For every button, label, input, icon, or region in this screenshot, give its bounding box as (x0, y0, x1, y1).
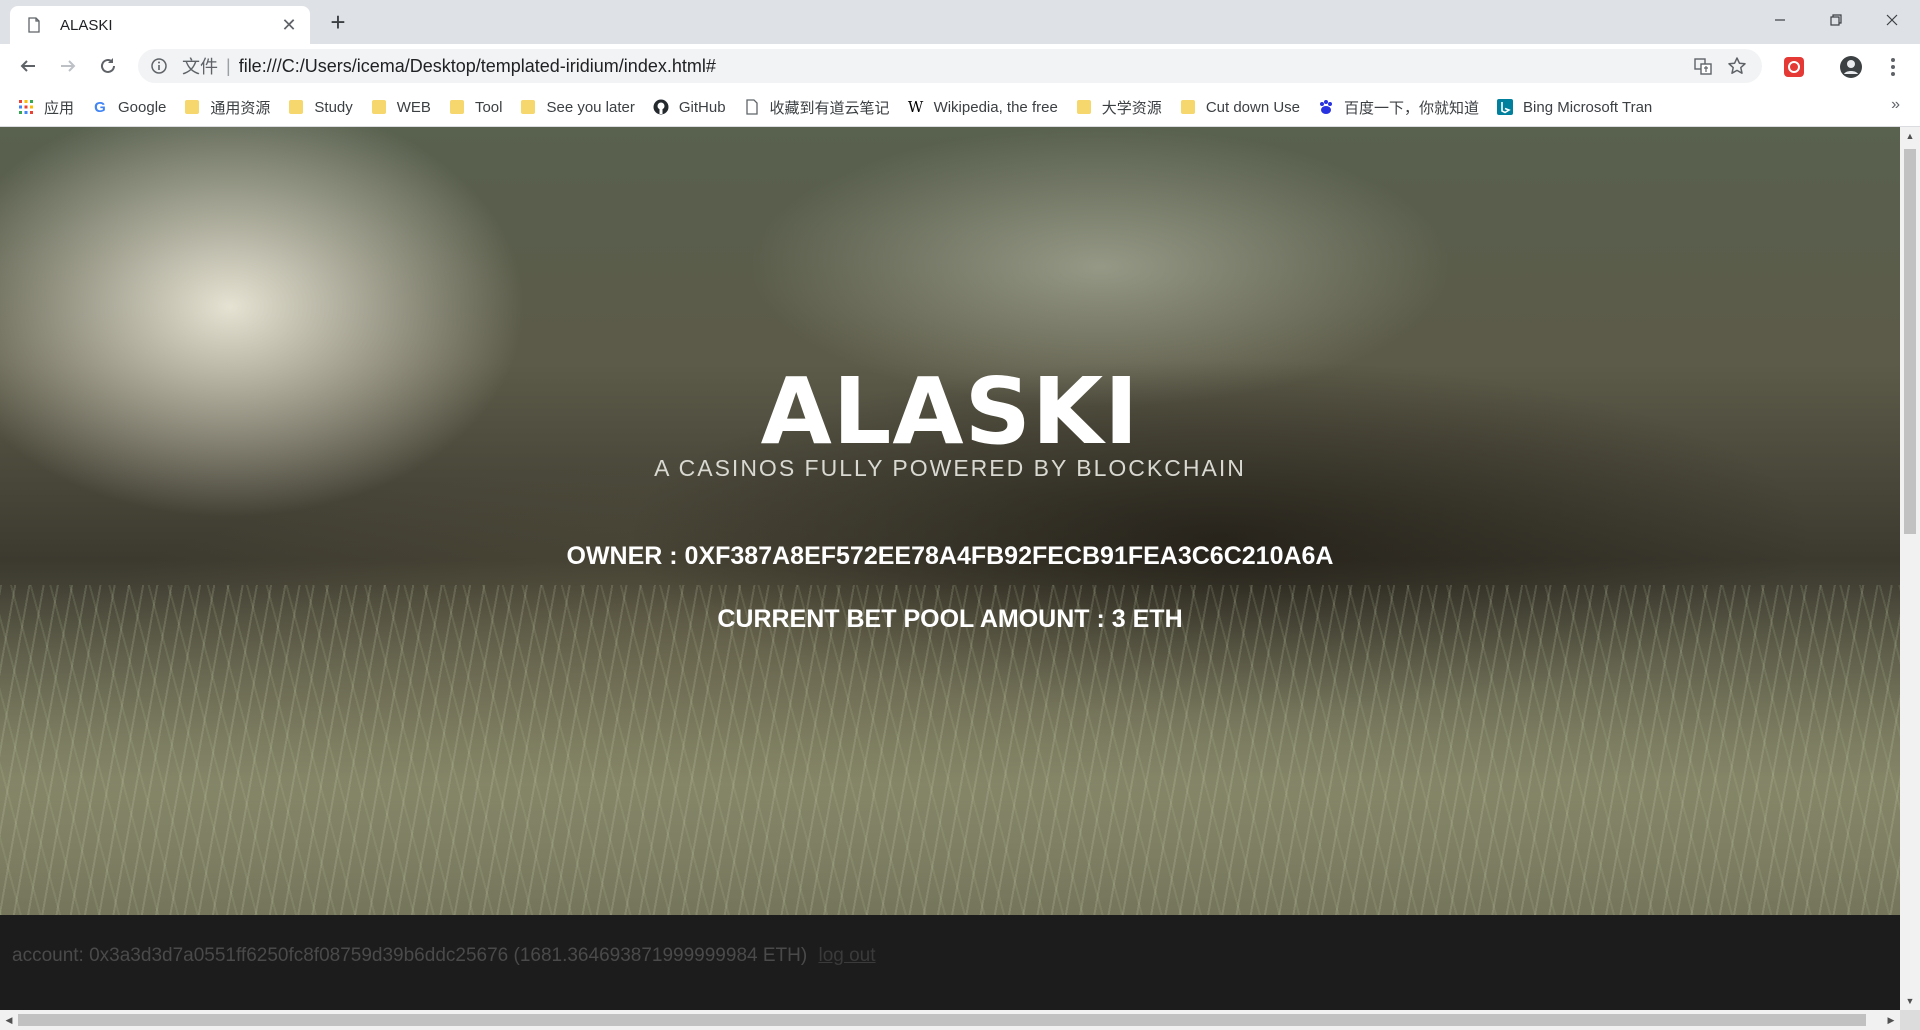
bookmark-label: Cut down Use (1205, 98, 1301, 116)
owner-address: OWNER : 0XF387A8EF572EE78A4FB92FECB91FEA… (566, 542, 1334, 570)
wikipedia-icon: W (907, 98, 924, 116)
site-title: ALASKI (760, 358, 1140, 465)
tab-title: ALASKI (60, 16, 113, 34)
restore-icon[interactable] (1808, 0, 1864, 40)
bookmark-label: 收藏到有道云笔记 (769, 99, 890, 117)
account-info: account: 0x3a3d3d7a0551ff6250fc8f08759d3… (12, 945, 876, 967)
folder-icon (520, 99, 536, 115)
bet-pool-amount: CURRENT BET POOL AMOUNT : 3 ETH (717, 605, 1183, 633)
bookmark-bing[interactable]: Bing Microsoft Tran (1497, 99, 1652, 116)
browser-tab[interactable]: ALASKI ✕ (10, 6, 310, 44)
page-icon (28, 17, 40, 33)
scheme-separator: | (226, 55, 231, 76)
github-icon (653, 99, 669, 115)
account-footer: account: 0x3a3d3d7a0551ff6250fc8f08759d3… (0, 915, 1900, 1010)
scheme-label: 文件 (182, 57, 218, 77)
bookmark-folder[interactable]: WEB (371, 99, 431, 116)
horizontal-scroll-thumb[interactable] (18, 1014, 1866, 1026)
new-tab-icon[interactable]: + (324, 8, 352, 36)
close-tab-icon[interactable]: ✕ (274, 15, 304, 36)
forward-icon[interactable] (54, 52, 82, 80)
address-bar[interactable]: 文件 | file:///C:/Users/icema/Desktop/temp… (138, 49, 1762, 83)
bookmark-wikipedia[interactable]: W Wikipedia, the free (907, 98, 1058, 116)
bookmark-label: Wikipedia, the free (933, 98, 1058, 116)
hero-banner: ALASKI A CASINOS FULLY POWERED BY BLOCKC… (0, 127, 1900, 915)
google-icon: G (94, 98, 106, 116)
folder-icon (1076, 99, 1092, 115)
page-icon (744, 99, 760, 115)
minimize-icon[interactable] (1752, 0, 1808, 40)
bookmark-page[interactable]: 收藏到有道云笔记 (744, 97, 890, 118)
logout-link[interactable]: log out (818, 945, 875, 966)
bookmark-folder[interactable]: 通用资源 (184, 97, 270, 118)
scroll-down-icon[interactable]: ▼ (1900, 992, 1920, 1010)
vertical-scroll-thumb[interactable] (1904, 149, 1916, 534)
tab-strip: ALASKI ✕ + (0, 0, 1920, 44)
bookmark-apps[interactable]: 应用 (18, 97, 74, 118)
account-text: account: 0x3a3d3d7a0551ff6250fc8f08759d3… (12, 945, 808, 966)
bookmark-label: 百度一下，你就知道 (1344, 99, 1480, 117)
bookmark-label: See you later (546, 98, 635, 116)
bookmark-baidu[interactable]: 百度一下，你就知道 (1318, 97, 1479, 118)
bookmark-google[interactable]: G Google (92, 99, 166, 116)
vertical-scrollbar[interactable]: ▲ ▼ (1900, 127, 1920, 1010)
bookmarks-overflow-icon[interactable]: » (1891, 96, 1900, 114)
bookmark-label: 通用资源 (210, 99, 271, 117)
bookmark-label: Tool (474, 98, 503, 116)
bookmark-folder[interactable]: Tool (449, 98, 503, 116)
horizontal-scrollbar[interactable]: ◀ ▶ (0, 1010, 1900, 1030)
bookmark-label: WEB (396, 98, 431, 116)
menu-kebab-icon[interactable] (1880, 54, 1906, 80)
scroll-left-icon[interactable]: ◀ (0, 1010, 18, 1030)
folder-icon (371, 99, 387, 115)
extension-red-icon[interactable] (1781, 54, 1807, 80)
bookmark-label: Study (314, 98, 353, 116)
url-text[interactable]: file:///C:/Users/icema/Desktop/templated… (239, 56, 1686, 77)
bookmark-label: 应用 (44, 99, 75, 117)
bookmark-label: Google (118, 98, 167, 116)
bookmark-github[interactable]: GitHub (653, 99, 726, 116)
folder-icon (184, 99, 200, 115)
baidu-icon (1318, 99, 1334, 115)
bookmark-folder[interactable]: See you later (520, 98, 635, 116)
page-viewport: ALASKI A CASINOS FULLY POWERED BY BLOCKC… (0, 127, 1900, 1010)
close-window-icon[interactable] (1864, 0, 1920, 40)
scrollbar-corner (1900, 1010, 1920, 1030)
profile-avatar-icon[interactable] (1838, 54, 1864, 80)
hero-grass-foreground (0, 585, 1900, 915)
apps-grid-icon (18, 99, 34, 115)
reload-icon[interactable] (94, 52, 122, 80)
folder-icon (449, 99, 465, 115)
scroll-right-icon[interactable]: ▶ (1882, 1010, 1900, 1030)
translate-icon[interactable] (1686, 49, 1720, 83)
bookmark-label: 大学资源 (1101, 99, 1162, 117)
browser-toolbar: 文件 | file:///C:/Users/icema/Desktop/temp… (0, 44, 1920, 88)
bookmark-label: GitHub (678, 98, 726, 116)
back-icon[interactable] (14, 52, 42, 80)
folder-icon (1180, 99, 1196, 115)
folder-icon (288, 99, 304, 115)
bing-icon (1497, 99, 1514, 115)
bookmark-label: Bing Microsoft Tran (1523, 98, 1653, 116)
site-tagline: A CASINOS FULLY POWERED BY BLOCKCHAIN (654, 455, 1246, 481)
bookmark-folder[interactable]: 大学资源 (1076, 97, 1162, 118)
bookmark-folder[interactable]: Cut down Use (1180, 99, 1300, 116)
scroll-up-icon[interactable]: ▲ (1900, 127, 1920, 145)
info-icon[interactable] (150, 57, 168, 75)
bookmark-folder[interactable]: Study (288, 98, 353, 116)
bookmarks-bar: 应用 G Google 通用资源 Study WEB Tool See you … (0, 88, 1920, 127)
bookmark-star-icon[interactable] (1720, 49, 1754, 83)
